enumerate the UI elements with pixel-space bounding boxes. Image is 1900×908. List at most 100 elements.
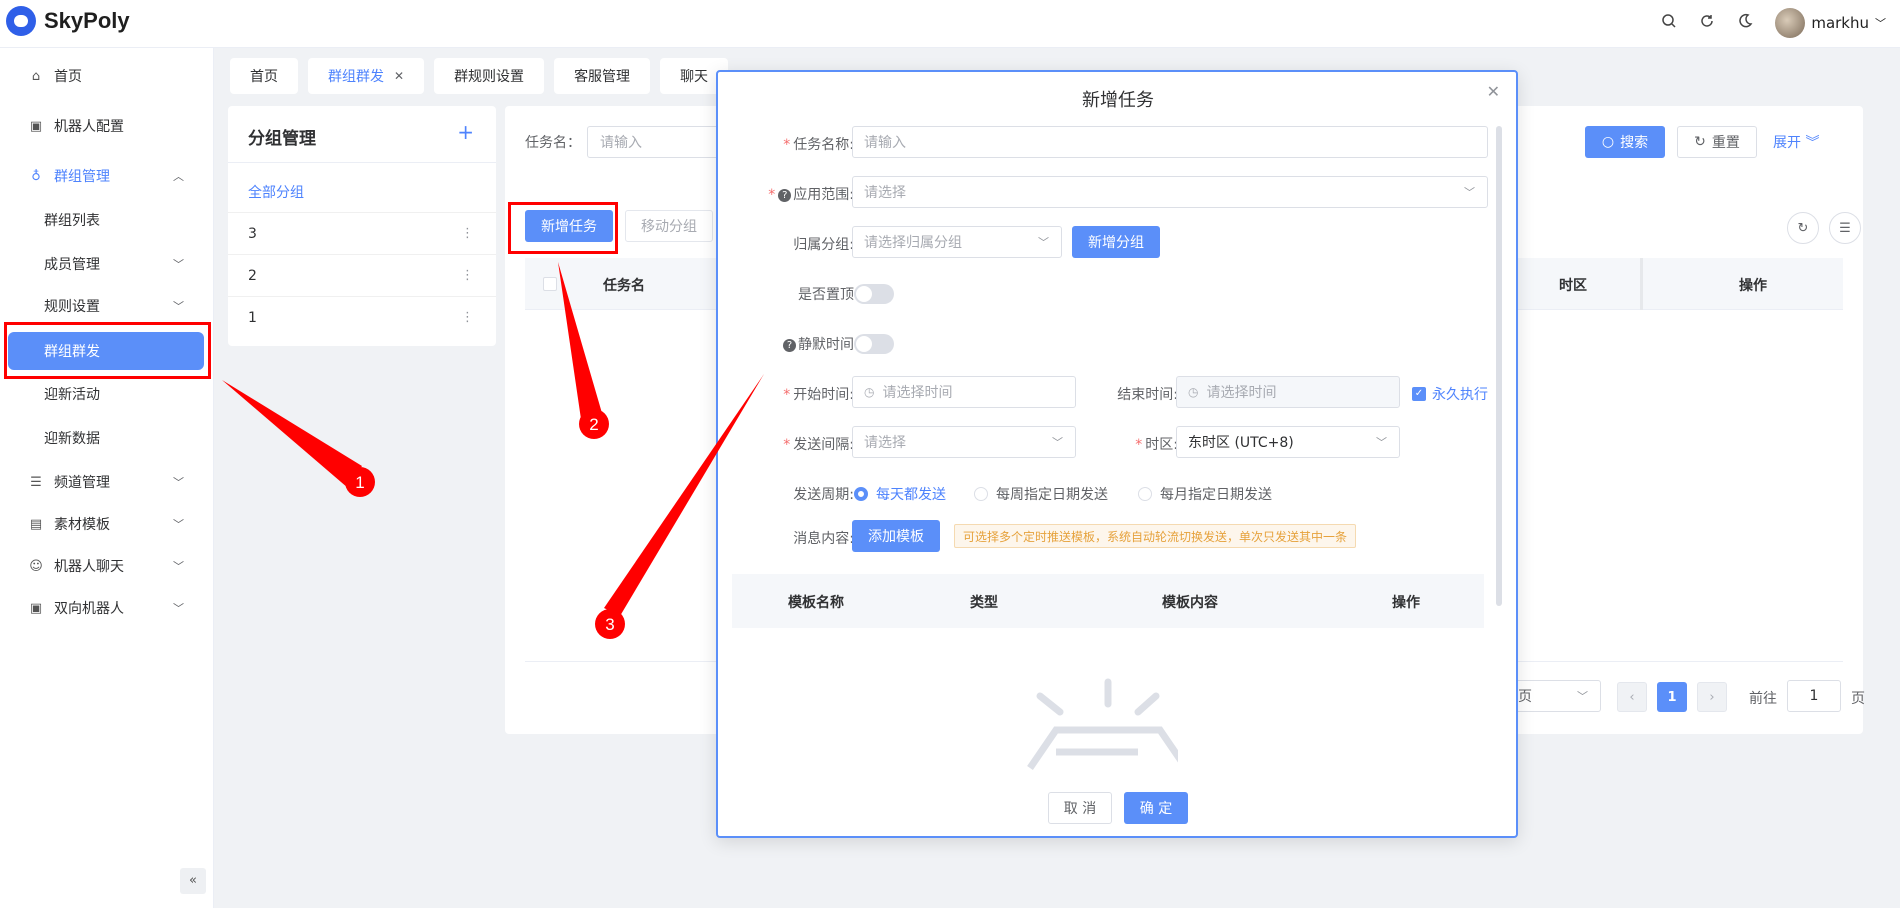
chevron-down-icon: ﹀ — [1875, 17, 1886, 30]
question-icon: ? — [783, 339, 796, 352]
page-size-select[interactable]: 页 ﹀ — [1505, 680, 1601, 712]
dialog-scrollbar[interactable] — [1496, 126, 1502, 606]
content-label: 消息内容: — [793, 531, 854, 547]
chevron-down-icon: ﹀ — [1052, 436, 1063, 449]
double-chevron-left-icon: « — [189, 873, 197, 888]
sidebar-item-label: 群组列表 — [44, 213, 100, 229]
placeholder: 请选择归属分组 — [864, 235, 962, 251]
task-name-input[interactable]: 请输入 — [852, 126, 1488, 158]
logo-text: SkyPoly — [44, 8, 130, 33]
chevron-down-icon: ﹀ — [173, 258, 184, 271]
more-vertical-icon[interactable]: ⋮ — [461, 310, 474, 325]
end-time-picker[interactable]: ◷ 请选择时间 — [1176, 376, 1400, 408]
logo[interactable]: SkyPoly — [6, 6, 130, 36]
radio-dot — [1138, 487, 1152, 501]
tab-home[interactable]: 首页 — [230, 58, 298, 94]
reset-button[interactable]: ↻ 重置 — [1677, 126, 1757, 158]
select-all-checkbox[interactable] — [543, 277, 557, 291]
radio-weekly[interactable]: 每周指定日期发送 — [974, 484, 1108, 504]
pin-switch[interactable] — [854, 284, 894, 304]
tab-bar: 首页 群组群发 ✕ 群规则设置 客服管理 聊天 — [230, 58, 729, 94]
group-row[interactable]: 3 ⋮ — [228, 212, 496, 254]
prev-page-button[interactable]: ‹ — [1617, 682, 1647, 712]
chevron-down-icon: ﹀ — [1577, 690, 1588, 703]
forever-checkbox[interactable]: ✓ 永久执行 — [1412, 384, 1488, 404]
close-icon[interactable]: ✕ — [394, 69, 404, 83]
tab-label: 客服管理 — [574, 69, 631, 85]
refresh-table-button[interactable]: ↻ — [1787, 212, 1819, 244]
radio-monthly[interactable]: 每月指定日期发送 — [1138, 484, 1272, 504]
search-icon[interactable] — [1661, 13, 1677, 33]
sidebar-item-robot-config[interactable]: ▣ 机器人配置 — [0, 104, 214, 148]
start-time-label: * 开始时间: — [783, 387, 854, 403]
sidebar-collapse-button[interactable]: « — [180, 868, 206, 894]
close-icon[interactable]: ✕ — [1487, 82, 1500, 101]
sidebar-item-group-list[interactable]: 群组列表 — [0, 198, 214, 242]
expand-link[interactable]: 展开 ︾ — [1773, 132, 1819, 152]
goto-page-input[interactable]: 1 — [1787, 680, 1841, 712]
sidebar-item-label: 机器人配置 — [54, 119, 124, 135]
group-row[interactable]: 2 ⋮ — [228, 254, 496, 296]
link-label: 展开 — [1773, 135, 1801, 151]
tab-group-broadcast[interactable]: 群组群发 ✕ — [308, 58, 425, 94]
chevron-down-icon: ﹀ — [1038, 236, 1049, 249]
sidebar-item-member-management[interactable]: 成员管理 ﹀ — [0, 242, 214, 286]
radio-label: 每周指定日期发送 — [996, 487, 1108, 503]
column-header-template-content: 模板内容 — [1162, 595, 1218, 611]
checkbox-label: 永久执行 — [1432, 387, 1488, 403]
page-size-label: 页 — [1518, 689, 1532, 705]
sidebar-item-label: 素材模板 — [54, 517, 110, 533]
sidebar-item-two-way-robot[interactable]: ▣ 双向机器人 ﹀ — [0, 586, 214, 630]
column-settings-button[interactable]: ☰ — [1829, 212, 1861, 244]
start-time-picker[interactable]: ◷ 请选择时间 — [852, 376, 1076, 408]
radio-daily[interactable]: 每天都发送 — [854, 484, 946, 504]
sidebar-item-welcome-data[interactable]: 迎新数据 — [0, 416, 214, 460]
sidebar-item-home[interactable]: ⌂ 首页 — [0, 54, 214, 98]
silent-time-switch[interactable] — [854, 334, 894, 354]
chevron-down-icon: ﹀ — [1464, 186, 1475, 199]
user-menu[interactable]: markhu ﹀ — [1775, 8, 1886, 38]
clock-icon: ◷ — [1188, 385, 1199, 399]
users-icon: ♁ — [31, 168, 41, 184]
sidebar-item-group-management[interactable]: ♁ 群组管理 ︿ — [0, 154, 214, 198]
add-template-button[interactable]: 添加模板 — [852, 520, 940, 552]
task-name-search-input[interactable]: 请输入 — [587, 126, 737, 158]
sidebar-item-channel-management[interactable]: ☰ 频道管理 ﹀ — [0, 460, 214, 504]
sidebar-item-robot-chat[interactable]: ☺ 机器人聊天 ﹀ — [0, 544, 214, 588]
confirm-button[interactable]: 确 定 — [1124, 792, 1188, 824]
add-group-icon[interactable]: + — [457, 120, 474, 144]
top-bar: SkyPoly markhu ﹀ — [0, 0, 1900, 48]
refresh-icon[interactable] — [1699, 13, 1715, 33]
sidebar-item-label: 成员管理 — [44, 257, 100, 273]
next-page-button[interactable]: › — [1697, 682, 1727, 712]
move-group-button[interactable]: 移动分组 — [625, 210, 713, 242]
placeholder: 请选择 — [864, 435, 906, 451]
sidebar-item-material-template[interactable]: ▤ 素材模板 ﹀ — [0, 502, 214, 546]
group-select[interactable]: 请选择归属分组 ﹀ — [852, 226, 1062, 258]
page-number-current[interactable]: 1 — [1657, 682, 1687, 712]
interval-select[interactable]: 请选择 ﹀ — [852, 426, 1076, 458]
more-vertical-icon[interactable]: ⋮ — [461, 226, 474, 241]
more-vertical-icon[interactable]: ⋮ — [461, 268, 474, 283]
chevron-down-icon: ﹀ — [173, 476, 184, 489]
sidebar-item-label: 迎新数据 — [44, 431, 100, 447]
column-header-timezone: 时区 — [1559, 278, 1587, 294]
scope-select[interactable]: 请选择 ﹀ — [852, 176, 1488, 208]
moon-icon[interactable] — [1737, 13, 1753, 33]
search-button[interactable]: ○ 搜索 — [1585, 126, 1665, 158]
chevron-down-icon: ﹀ — [173, 560, 184, 573]
timezone-select[interactable]: 东时区 (UTC+8) ﹀ — [1176, 426, 1400, 458]
tab-label: 聊天 — [680, 69, 709, 85]
group-row[interactable]: 1 ⋮ — [228, 296, 496, 338]
tab-group-rules[interactable]: 群规则设置 — [434, 58, 545, 94]
tab-customer-service[interactable]: 客服管理 — [554, 58, 651, 94]
chat-icon: ☺ — [29, 558, 43, 574]
skypoly-logo-icon — [6, 6, 36, 36]
cancel-button[interactable]: 取 消 — [1048, 792, 1112, 824]
group-name: 1 — [248, 309, 257, 326]
sidebar: ⌂ 首页 ▣ 机器人配置 ♁ 群组管理 ︿ 群组列表 成员管理 ﹀ 规则设置 ﹀… — [0, 48, 214, 908]
silent-time-label: ? 静默时间 — [738, 334, 854, 354]
button-label: 重置 — [1711, 135, 1740, 151]
all-groups-link[interactable]: 全部分组 — [248, 182, 304, 202]
new-group-button[interactable]: 新增分组 — [1072, 226, 1160, 258]
